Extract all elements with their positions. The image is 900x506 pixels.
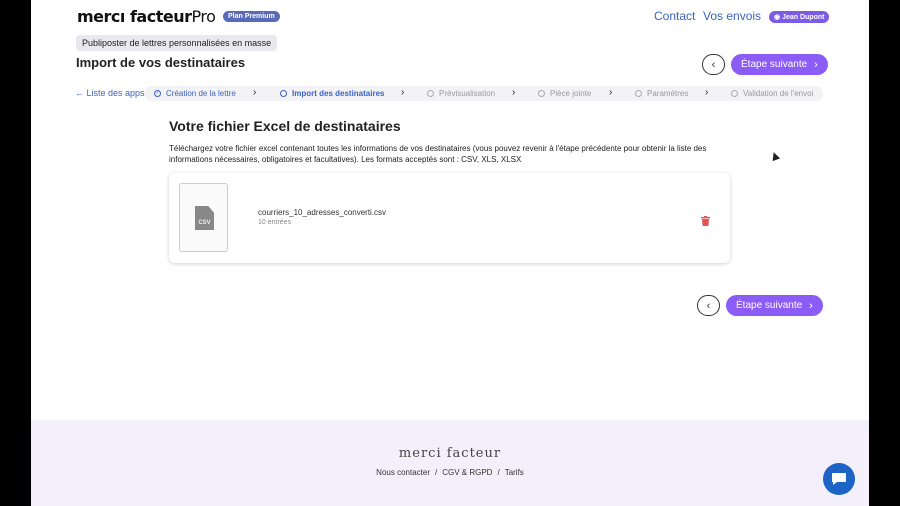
- csv-file-icon: CSV: [195, 206, 214, 230]
- chevron-right-icon: ›: [401, 87, 405, 98]
- header: mercı facteurPro Plan Premium Contact Vo…: [31, 0, 869, 34]
- section-description: Téléchargez votre fichier excel contenan…: [169, 144, 707, 164]
- footer: merci facteur Nous contacter / CGV & RGPD /…: [31, 420, 869, 506]
- user-name: Jean Dupont: [782, 14, 825, 21]
- circle-icon: [731, 90, 738, 97]
- logo[interactable]: mercı facteurPro: [77, 7, 216, 26]
- chevron-right-icon: ›: [609, 87, 613, 98]
- step-validation-envoi[interactable]: Validation de l'envoi: [731, 89, 813, 98]
- back-to-apps-link[interactable]: ← Liste des apps: [75, 88, 145, 98]
- user-badge[interactable]: ◉ Jean Dupont: [769, 11, 830, 23]
- link-separator: /: [497, 468, 500, 477]
- file-entry-count: 10 entrées: [258, 219, 292, 226]
- chevron-right-icon: ›: [512, 87, 516, 98]
- next-step-label: Étape suivante: [736, 300, 803, 311]
- circle-icon: [635, 90, 642, 97]
- next-step-label: Étape suivante: [741, 59, 808, 70]
- previous-button-bottom[interactable]: ‹: [697, 295, 720, 316]
- uploaded-file-card: CSV courriers_10_adresses_converti.csv 1…: [169, 173, 730, 263]
- plan-badge: Plan Premium: [223, 11, 280, 22]
- page: mercı facteurPro Plan Premium Contact Vo…: [31, 0, 869, 506]
- circle-icon: [280, 90, 287, 97]
- chevron-left-icon: ‹: [711, 58, 716, 71]
- step-label: Import des destinataires: [292, 89, 385, 98]
- logo-text: mercı facteur: [77, 7, 192, 26]
- footer-link-tarifs[interactable]: Tarifs: [505, 468, 524, 477]
- previous-button-top[interactable]: ‹: [702, 54, 725, 75]
- chevron-left-icon: ‹: [706, 299, 711, 312]
- file-thumbnail: CSV: [179, 183, 228, 252]
- next-step-button-top[interactable]: Étape suivante ›: [731, 54, 828, 75]
- arrow-left-icon: ←: [75, 88, 87, 98]
- footer-logo: merci facteur: [398, 446, 502, 461]
- step-import-destinataires[interactable]: Import des destinataires: [280, 89, 384, 98]
- nav-vos-envois[interactable]: Vos envois: [703, 9, 761, 23]
- step-label: Création de la lettre: [166, 89, 236, 98]
- footer-link-cgv[interactable]: CGV & RGPD: [442, 468, 492, 477]
- next-step-button-bottom[interactable]: Étape suivante ›: [726, 295, 823, 316]
- chat-button[interactable]: [823, 463, 855, 495]
- back-link-label: Liste des apps: [86, 88, 145, 98]
- step-creation-lettre[interactable]: ✓ Création de la lettre: [154, 89, 236, 98]
- app-subtitle: Publiposter de lettres personnalisées en…: [76, 35, 278, 51]
- step-previsualisation[interactable]: Prévisualisation: [427, 89, 495, 98]
- chevron-right-icon: ›: [705, 87, 709, 98]
- trash-icon: [701, 216, 710, 226]
- nav-contact[interactable]: Contact: [654, 9, 695, 23]
- chevron-right-icon: ›: [814, 58, 818, 71]
- step-label: Prévisualisation: [439, 89, 496, 98]
- link-separator: /: [434, 468, 438, 477]
- chevron-right-icon: ›: [809, 299, 813, 312]
- file-name: courriers_10_adresses_converti.csv: [258, 208, 387, 217]
- chat-bubble-icon: [832, 473, 846, 485]
- footer-links: Nous contacter / CGV & RGPD / Tarifs: [31, 468, 869, 477]
- chevron-right-icon: ›: [253, 87, 257, 98]
- logo-suffix: Pro: [191, 7, 216, 26]
- step-parametres[interactable]: Paramètres: [635, 89, 688, 98]
- circle-icon: [427, 90, 434, 97]
- mouse-cursor-icon: [769, 150, 781, 162]
- step-label: Pièce jointe: [550, 89, 592, 98]
- check-circle-icon: ✓: [154, 90, 161, 97]
- delete-file-button[interactable]: [701, 213, 710, 226]
- step-label: Paramètres: [647, 89, 689, 98]
- footer-link-contact[interactable]: Nous contacter: [376, 468, 430, 477]
- circle-icon: [538, 90, 545, 97]
- step-piece-jointe[interactable]: Pièce jointe: [538, 89, 591, 98]
- section-title: Votre fichier Excel de destinataires: [169, 118, 401, 134]
- user-icon: ◉: [774, 14, 783, 21]
- page-title: Import de vos destinataires: [76, 55, 246, 70]
- file-type-label: CSV: [198, 220, 211, 226]
- step-label: Validation de l'envoi: [743, 89, 814, 98]
